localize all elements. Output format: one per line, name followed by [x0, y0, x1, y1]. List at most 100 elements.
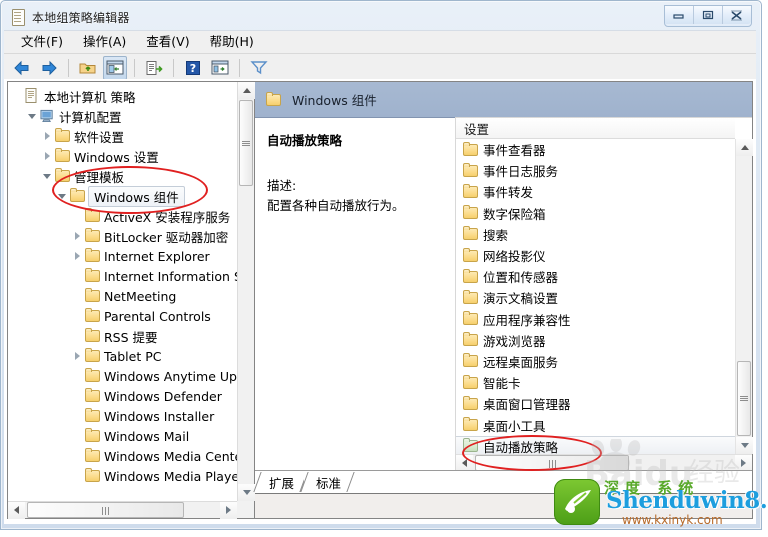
- settings-scroll-thumb[interactable]: [737, 361, 751, 436]
- tree-node[interactable]: 管理模板: [10, 166, 237, 186]
- folder-icon: [462, 374, 480, 391]
- description-pane: 自动播放策略 描述: 配置各种自动播放行为。: [255, 118, 455, 471]
- folder-icon: [84, 388, 101, 404]
- chevron-right-icon[interactable]: [70, 226, 84, 246]
- chevron-right-icon[interactable]: [70, 346, 84, 366]
- settings-list-item[interactable]: 智能卡: [456, 372, 735, 393]
- settings-list-item[interactable]: 桌面窗口管理器: [456, 393, 735, 414]
- tree-node[interactable]: BitLocker 驱动器加密: [10, 226, 237, 246]
- forward-icon[interactable]: [37, 56, 61, 80]
- view-tab[interactable]: 标准: [304, 472, 352, 492]
- back-icon[interactable]: [10, 56, 34, 80]
- tree-node-label: Windows Mail: [104, 428, 190, 444]
- settings-list-item[interactable]: 位置和传感器: [456, 266, 735, 287]
- tree-node[interactable]: ActiveX 安装程序服务: [10, 206, 237, 226]
- menu-action[interactable]: 操作(A): [74, 32, 135, 52]
- tree-node[interactable]: 本地计算机 策略: [10, 86, 237, 106]
- settings-list-item-label: 网络投影仪: [483, 249, 546, 265]
- settings-list-item[interactable]: 演示文稿设置: [456, 287, 735, 308]
- settings-column-header[interactable]: 设置: [456, 118, 735, 139]
- settings-list-item-label: 事件查看器: [483, 143, 546, 159]
- chevron-right-icon[interactable]: [70, 246, 84, 266]
- settings-list-item[interactable]: 桌面小工具: [456, 414, 735, 435]
- tree-node[interactable]: NetMeeting: [10, 286, 237, 306]
- folder-icon: [54, 168, 71, 184]
- tree-node[interactable]: Windows Anytime Upg: [10, 366, 237, 386]
- tree-node[interactable]: Windows Defender: [10, 386, 237, 406]
- settings-list-item[interactable]: 事件查看器: [456, 139, 735, 160]
- show-hide-tree-icon[interactable]: [103, 55, 127, 80]
- scroll-left-arrow[interactable]: [456, 454, 473, 472]
- tree-node[interactable]: Windows Mail: [10, 426, 237, 446]
- menu-view[interactable]: 查看(V): [137, 32, 198, 52]
- help-icon[interactable]: ?: [181, 56, 205, 80]
- settings-list-item[interactable]: 应用程序兼容性: [456, 309, 735, 330]
- tree-node[interactable]: Windows Media Cente: [10, 446, 237, 466]
- scroll-up-arrow[interactable]: [736, 139, 753, 156]
- no-expander: [70, 406, 84, 426]
- folder-icon: [462, 417, 480, 433]
- settings-list-pane: 设置 事件查看器 事件日志服务 事件转发 数字保险箱 搜索网络投影仪 位置和传感器 演示文稿…: [455, 117, 753, 472]
- folder-icon: [462, 438, 480, 454]
- settings-list-item[interactable]: 游戏浏览器: [456, 330, 735, 351]
- tree-node[interactable]: Windows 设置: [10, 146, 237, 166]
- scroll-down-arrow[interactable]: [736, 437, 753, 454]
- settings-list-item-label: 桌面小工具: [483, 418, 546, 434]
- folder-icon: [462, 141, 480, 158]
- up-folder-icon[interactable]: [76, 56, 100, 80]
- tree-node[interactable]: Tablet PC: [10, 346, 237, 366]
- settings-vertical-scrollbar[interactable]: [735, 139, 753, 454]
- tree-vertical-scrollbar[interactable]: [237, 82, 255, 501]
- menu-help[interactable]: 帮助(H): [201, 32, 263, 52]
- scroll-right-arrow[interactable]: [220, 501, 237, 519]
- settings-list-item[interactable]: 数字保险箱: [456, 203, 735, 224]
- tree-node[interactable]: Internet Information S: [10, 266, 237, 286]
- scroll-up-arrow[interactable]: [238, 82, 255, 99]
- settings-list-item[interactable]: 事件日志服务: [456, 160, 735, 181]
- settings-horizontal-scrollbar[interactable]: [456, 454, 752, 472]
- tree-node[interactable]: Parental Controls: [10, 306, 237, 326]
- settings-list-item[interactable]: 搜索: [456, 224, 735, 245]
- settings-list-item[interactable]: 自动播放策略: [456, 435, 735, 454]
- toolbar-separator: [173, 58, 174, 77]
- folder-icon: [84, 228, 101, 244]
- chevron-right-icon[interactable]: [40, 146, 54, 166]
- settings-list-item[interactable]: 事件转发: [456, 181, 735, 202]
- settings-list-item[interactable]: 网络投影仪: [456, 245, 735, 266]
- tree-hscroll-thumb[interactable]: [27, 502, 184, 518]
- toolbar-separator: [68, 58, 69, 77]
- app-window: 本地组策略编辑器 文件(F) 操作(A) 查看(V) 帮助(H) ? 本地计算机…: [0, 0, 762, 530]
- filter-icon[interactable]: [247, 56, 271, 80]
- tree-scroll-thumb[interactable]: [239, 100, 253, 186]
- tree-node[interactable]: Windows 组件: [10, 185, 237, 207]
- folder-icon: [84, 428, 101, 444]
- folder-icon: [462, 311, 480, 327]
- tree-horizontal-scrollbar[interactable]: [8, 501, 237, 519]
- tree-node[interactable]: Windows Installer: [10, 406, 237, 426]
- tree-node[interactable]: 计算机配置: [10, 106, 237, 126]
- menu-file[interactable]: 文件(F): [12, 32, 72, 52]
- folder-icon: [54, 148, 71, 164]
- tree-node[interactable]: Internet Explorer: [10, 246, 237, 266]
- tree-node[interactable]: 软件设置: [10, 126, 237, 146]
- restore-button[interactable]: [694, 6, 723, 24]
- content-area: 本地计算机 策略 计算机配置 软件设置 Windows 设置 管理模板 Windows 组…: [4, 79, 756, 524]
- tree-node[interactable]: RSS 提要: [10, 326, 237, 346]
- export-list-icon[interactable]: [142, 56, 166, 80]
- scroll-left-arrow[interactable]: [8, 501, 25, 519]
- chevron-down-icon[interactable]: [25, 106, 39, 126]
- folder-icon: [84, 468, 101, 484]
- chevron-down-icon[interactable]: [40, 166, 54, 186]
- properties-icon[interactable]: [208, 56, 232, 80]
- close-button[interactable]: [723, 6, 751, 24]
- tree-node[interactable]: Windows Media Playe: [10, 466, 237, 486]
- description-text: 配置各种自动播放行为。: [267, 198, 405, 213]
- settings-hscroll-thumb[interactable]: [475, 455, 629, 471]
- chevron-right-icon[interactable]: [40, 126, 54, 146]
- settings-list-item[interactable]: 远程桌面服务: [456, 351, 735, 372]
- chevron-down-icon[interactable]: [55, 186, 69, 206]
- view-tab[interactable]: 扩展: [257, 472, 305, 492]
- minimize-button[interactable]: [665, 6, 694, 24]
- scroll-right-arrow[interactable]: [735, 454, 752, 472]
- scroll-down-arrow[interactable]: [238, 484, 255, 501]
